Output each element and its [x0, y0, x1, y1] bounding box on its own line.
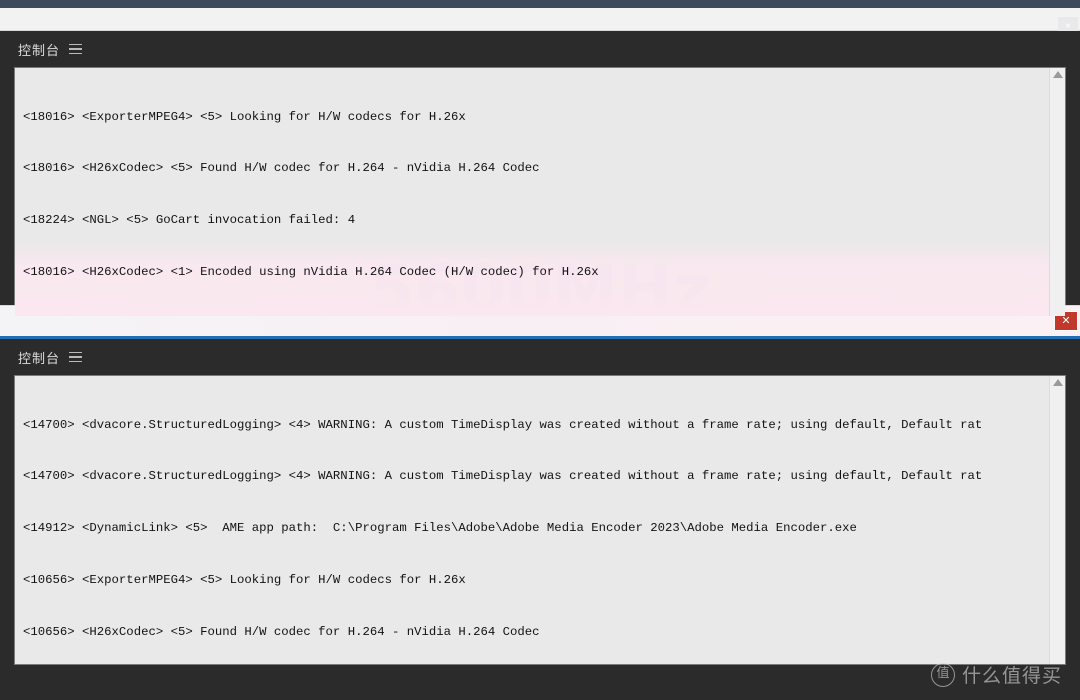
- site-watermark-text: 什么值得买: [961, 665, 1062, 687]
- log-line: <14700> <dvacore.StructuredLogging> <4> …: [23, 417, 983, 432]
- window-1-chrome-bar: ×: [0, 8, 1080, 37]
- window-1: × 控制台 5600MHz <18016> <ExporterMPEG4> <5…: [0, 0, 1080, 340]
- log-line: <14700> <dvacore.StructuredLogging> <4> …: [23, 469, 983, 484]
- window-2-console-title: 控制台: [18, 351, 61, 367]
- hamburger-icon[interactable]: [69, 43, 83, 55]
- log-line: <18016> <H26xCodec> <5> Found H/W codec …: [23, 161, 540, 176]
- window-2-console-body: 6800MHz <14700> <dvacore.StructuredLoggi…: [0, 375, 1080, 665]
- scroll-up-arrow-icon[interactable]: [1052, 71, 1063, 78]
- window-1-scrollbar[interactable]: [1049, 68, 1065, 316]
- window-2-log-lines: <14700> <dvacore.StructuredLogging> <4> …: [15, 376, 1045, 664]
- site-watermark: 值 什么值得买: [930, 661, 1062, 688]
- log-line: <18016> <ExporterMPEG4> <5> Looking for …: [23, 109, 466, 124]
- log-line: <18224> <NGL> <5> GoCart invocation fail…: [23, 213, 356, 228]
- hamburger-icon[interactable]: [69, 351, 83, 363]
- window-2-footer: [0, 665, 1080, 700]
- scroll-up-arrow-icon[interactable]: [1052, 379, 1063, 386]
- window-1-console-body: 5600MHz <18016> <ExporterMPEG4> <5> Look…: [0, 67, 1080, 317]
- window-1-console-title: 控制台: [18, 43, 61, 59]
- log-line: <10656> <H26xCodec> <5> Found H/W codec …: [23, 625, 540, 640]
- window-2-scrollbar[interactable]: [1049, 376, 1065, 664]
- window-1-titlebar: [0, 0, 1080, 8]
- window-2-log-panel: 6800MHz <14700> <dvacore.StructuredLoggi…: [14, 375, 1066, 665]
- window-2-console-header: 控制台: [0, 339, 1080, 375]
- log-line: <14912> <DynamicLink> <5> AME app path: …: [23, 521, 857, 536]
- window-1-log-lines: <18016> <ExporterMPEG4> <5> Looking for …: [15, 68, 1045, 316]
- log-line: <18016> <H26xCodec> <1> Encoded using nV…: [23, 265, 599, 280]
- window-1-console-header: 控制台: [0, 31, 1080, 67]
- log-line: <10656> <ExporterMPEG4> <5> Looking for …: [23, 573, 466, 588]
- screenshot-root: × 控制台 5600MHz <18016> <ExporterMPEG4> <5…: [0, 0, 1080, 700]
- window-1-log-panel: 5600MHz <18016> <ExporterMPEG4> <5> Look…: [14, 67, 1066, 317]
- window-2: ✕ 控制台 6800MHz <14700> <dvacore.Structure…: [0, 305, 1080, 700]
- smzdm-logo-icon: 值: [930, 662, 955, 687]
